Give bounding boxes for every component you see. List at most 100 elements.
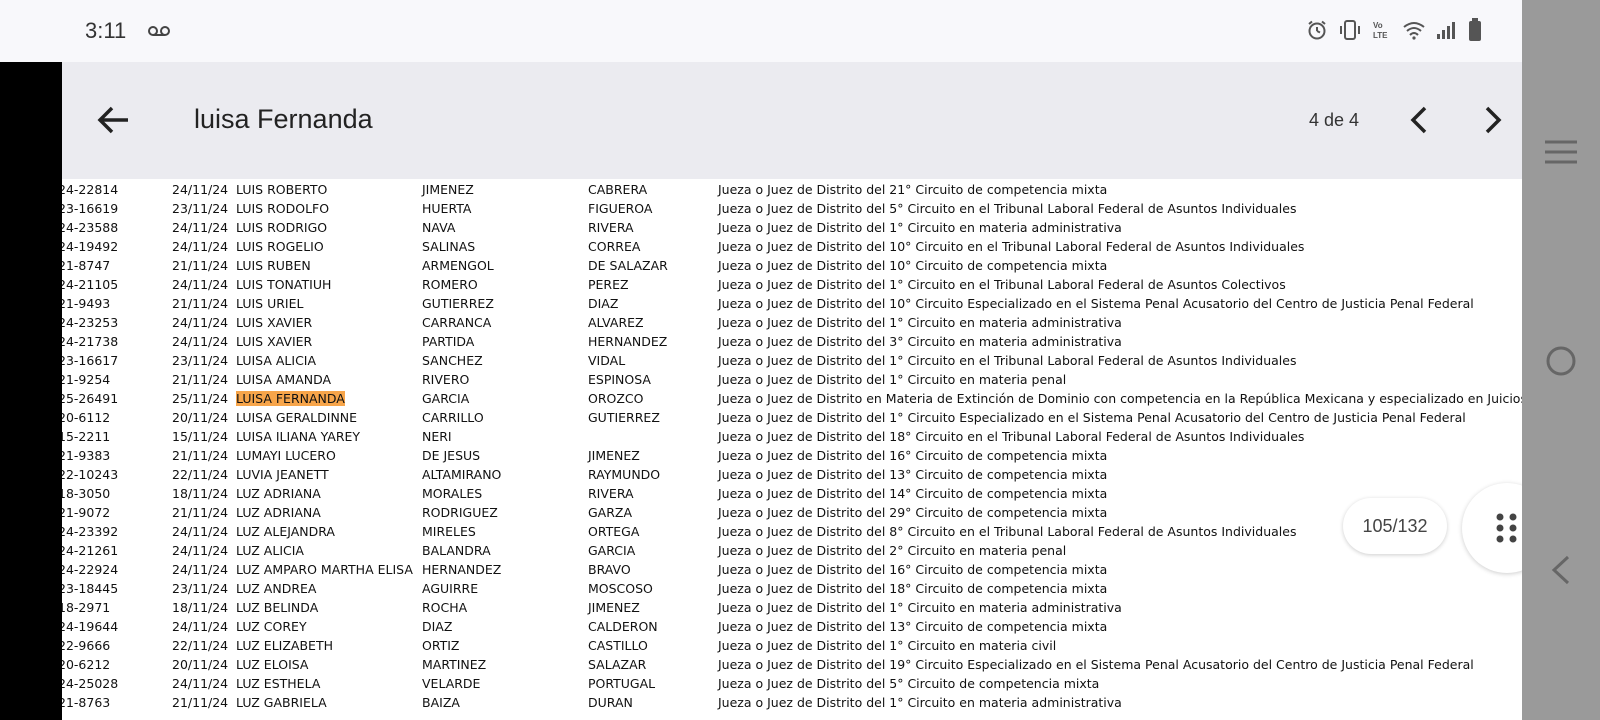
record-surname-2: ORTEGA <box>588 524 640 539</box>
volte-icon: Vo LTE <box>1372 19 1392 46</box>
record-date: 23/11/24 <box>172 581 229 596</box>
menu-button[interactable] <box>1544 138 1578 166</box>
record-surname-1: GARCIA <box>422 391 470 406</box>
record-date: 18/11/24 <box>172 486 229 501</box>
record-date: 24/11/24 <box>172 524 229 539</box>
record-position: Jueza o Juez de Distrito del 1° Circuito… <box>718 315 1122 330</box>
record-date: 24/11/24 <box>172 277 229 292</box>
record-id: 24-23588 <box>62 220 119 235</box>
document-page[interactable]: 24-22814 24/11/24 LUIS ROBERTO JIMENEZ CABRE… <box>62 179 1522 720</box>
record-date: 24/11/24 <box>172 315 229 330</box>
record-date: 23/11/24 <box>172 201 229 216</box>
record-position: Jueza o Juez de Distrito del 21° Circuit… <box>718 182 1108 197</box>
record-surname-2: RIVERA <box>588 486 634 501</box>
record-date: 24/11/24 <box>172 239 229 254</box>
record-surname-2: BRAVO <box>588 562 631 577</box>
record-surname-2: SALAZAR <box>588 657 647 672</box>
record-surname-1: RODRIGUEZ <box>422 505 498 520</box>
record-id: 24-22924 <box>62 562 119 577</box>
table-row: 18-2971 18/11/24 LUZ BELINDA ROCHA JIMENEZ Ju… <box>62 600 1522 619</box>
table-row: 18-3050 18/11/24 LUZ ADRIANA MORALES RIVERA J… <box>62 486 1522 505</box>
record-date: 15/11/24 <box>172 429 229 444</box>
record-surname-2: JIMENEZ <box>588 600 640 615</box>
record-surname-1: ARMENGOL <box>422 258 494 273</box>
table-row: 24-23588 24/11/24 LUIS RODRIGO NAVA RIVERA Ju… <box>62 220 1522 239</box>
record-position: Jueza o Juez de Distrito del 16° Circuit… <box>718 448 1108 463</box>
record-position: Jueza o Juez de Distrito del 14° Circuit… <box>718 486 1108 501</box>
record-surname-2: CASTILLO <box>588 638 648 653</box>
table-row: 21-8747 21/11/24 LUIS RUBEN ARMENGOL DE SALA… <box>62 258 1522 277</box>
home-button[interactable] <box>1544 344 1578 378</box>
record-date: 21/11/24 <box>172 695 229 710</box>
previous-match-button[interactable] <box>1402 102 1438 138</box>
record-id: 25-26491 <box>62 391 119 406</box>
record-date: 25/11/24 <box>172 391 229 406</box>
record-id: 22-10243 <box>62 467 119 482</box>
record-date: 24/11/24 <box>172 562 229 577</box>
signal-icon <box>1436 20 1458 45</box>
voicemail-icon <box>148 24 170 42</box>
record-id: 20-6112 <box>62 410 111 425</box>
nav-back-button[interactable] <box>1548 553 1572 587</box>
record-name: LUZ ADRIANA <box>236 505 321 520</box>
record-id: 22-9666 <box>62 638 111 653</box>
record-surname-1: DE JESUS <box>422 448 481 463</box>
record-position: Jueza o Juez de Distrito del 18° Circuit… <box>718 581 1108 596</box>
record-surname-1: CARRANCA <box>422 315 492 330</box>
record-position: Jueza o Juez de Distrito del 16° Circuit… <box>718 562 1108 577</box>
record-name: LUIS XAVIER <box>236 315 313 330</box>
table-row: 24-25028 24/11/24 LUZ ESTHELA VELARDE PORTUG… <box>62 676 1522 695</box>
back-button[interactable] <box>92 98 136 142</box>
battery-icon <box>1468 18 1482 47</box>
chevron-left-icon <box>1410 106 1427 134</box>
record-date: 21/11/24 <box>172 448 229 463</box>
match-count: 4 de 4 <box>1309 110 1360 130</box>
table-row: 23-18445 23/11/24 LUZ ANDREA AGUIRRE MOSCOSO… <box>62 581 1522 600</box>
record-position: Jueza o Juez de Distrito del 1° Circuito… <box>718 353 1297 368</box>
record-date: 24/11/24 <box>172 676 229 691</box>
record-name: LUZ COREY <box>236 619 307 634</box>
table-row: 24-19644 24/11/24 LUZ COREY DIAZ CALDERON Jue… <box>62 619 1522 638</box>
table-row: 24-22924 24/11/24 LUZ AMPARO MARTHA ELISA H… <box>62 562 1522 581</box>
record-surname-1: HERNANDEZ <box>422 562 502 577</box>
record-date: 20/11/24 <box>172 657 229 672</box>
svg-text:LTE: LTE <box>1373 31 1388 40</box>
record-surname-1: ROMERO <box>422 277 478 292</box>
record-surname-1: PARTIDA <box>422 334 475 349</box>
record-position: Jueza o Juez de Distrito del 1° Circuito… <box>718 220 1122 235</box>
record-position: Jueza o Juez de Distrito del 19° Circuit… <box>718 657 1474 672</box>
record-position: Jueza o Juez de Distrito del 8° Circuito… <box>718 524 1297 539</box>
record-position: Jueza o Juez de Distrito del 10° Circuit… <box>718 296 1474 311</box>
record-surname-2: DE SALAZAR <box>588 258 668 273</box>
record-name: LUIS RODOLFO <box>236 201 330 216</box>
record-surname-1: NAVA <box>422 220 456 235</box>
record-name: LUIS TONATIUH <box>236 277 332 292</box>
record-name: LUIS RODRIGO <box>236 220 328 235</box>
record-id: 24-19644 <box>62 619 119 634</box>
wifi-icon <box>1402 20 1426 45</box>
record-surname-1: SANCHEZ <box>422 353 483 368</box>
record-position: Jueza o Juez de Distrito del 13° Circuit… <box>718 467 1108 482</box>
record-surname-2: CABRERA <box>588 182 648 197</box>
record-surname-2: RIVERA <box>588 220 634 235</box>
record-name: LUZ ADRIANA <box>236 486 321 501</box>
record-date: 18/11/24 <box>172 600 229 615</box>
next-match-button[interactable] <box>1474 102 1510 138</box>
table-row: 24-23392 24/11/24 LUZ ALEJANDRA MIRELES ORTE… <box>62 524 1522 543</box>
table-row: 21-9254 21/11/24 LUISA AMANDA RIVERO ESPINOS… <box>62 372 1522 391</box>
record-name: LUMAYI LUCERO <box>236 448 336 463</box>
page-indicator: 105/132 <box>1343 498 1447 554</box>
triangle-back-icon <box>1551 555 1570 585</box>
record-name: LUZ ELOISA <box>236 657 309 672</box>
record-id: 23-16617 <box>62 353 119 368</box>
circle-home-icon <box>1546 346 1576 376</box>
record-id: 24-23253 <box>62 315 119 330</box>
record-surname-2: ALVAREZ <box>588 315 644 330</box>
navigation-bar <box>1522 0 1600 720</box>
grid-dots-icon <box>1496 513 1517 543</box>
record-surname-2: DIAZ <box>588 296 619 311</box>
find-input[interactable]: luisa Fernanda <box>194 104 373 135</box>
record-surname-1: ROCHA <box>422 600 468 615</box>
record-name: LUISA AMANDA <box>236 372 332 387</box>
table-row: 24-21105 24/11/24 LUIS TONATIUH ROMERO PEREZ… <box>62 277 1522 296</box>
